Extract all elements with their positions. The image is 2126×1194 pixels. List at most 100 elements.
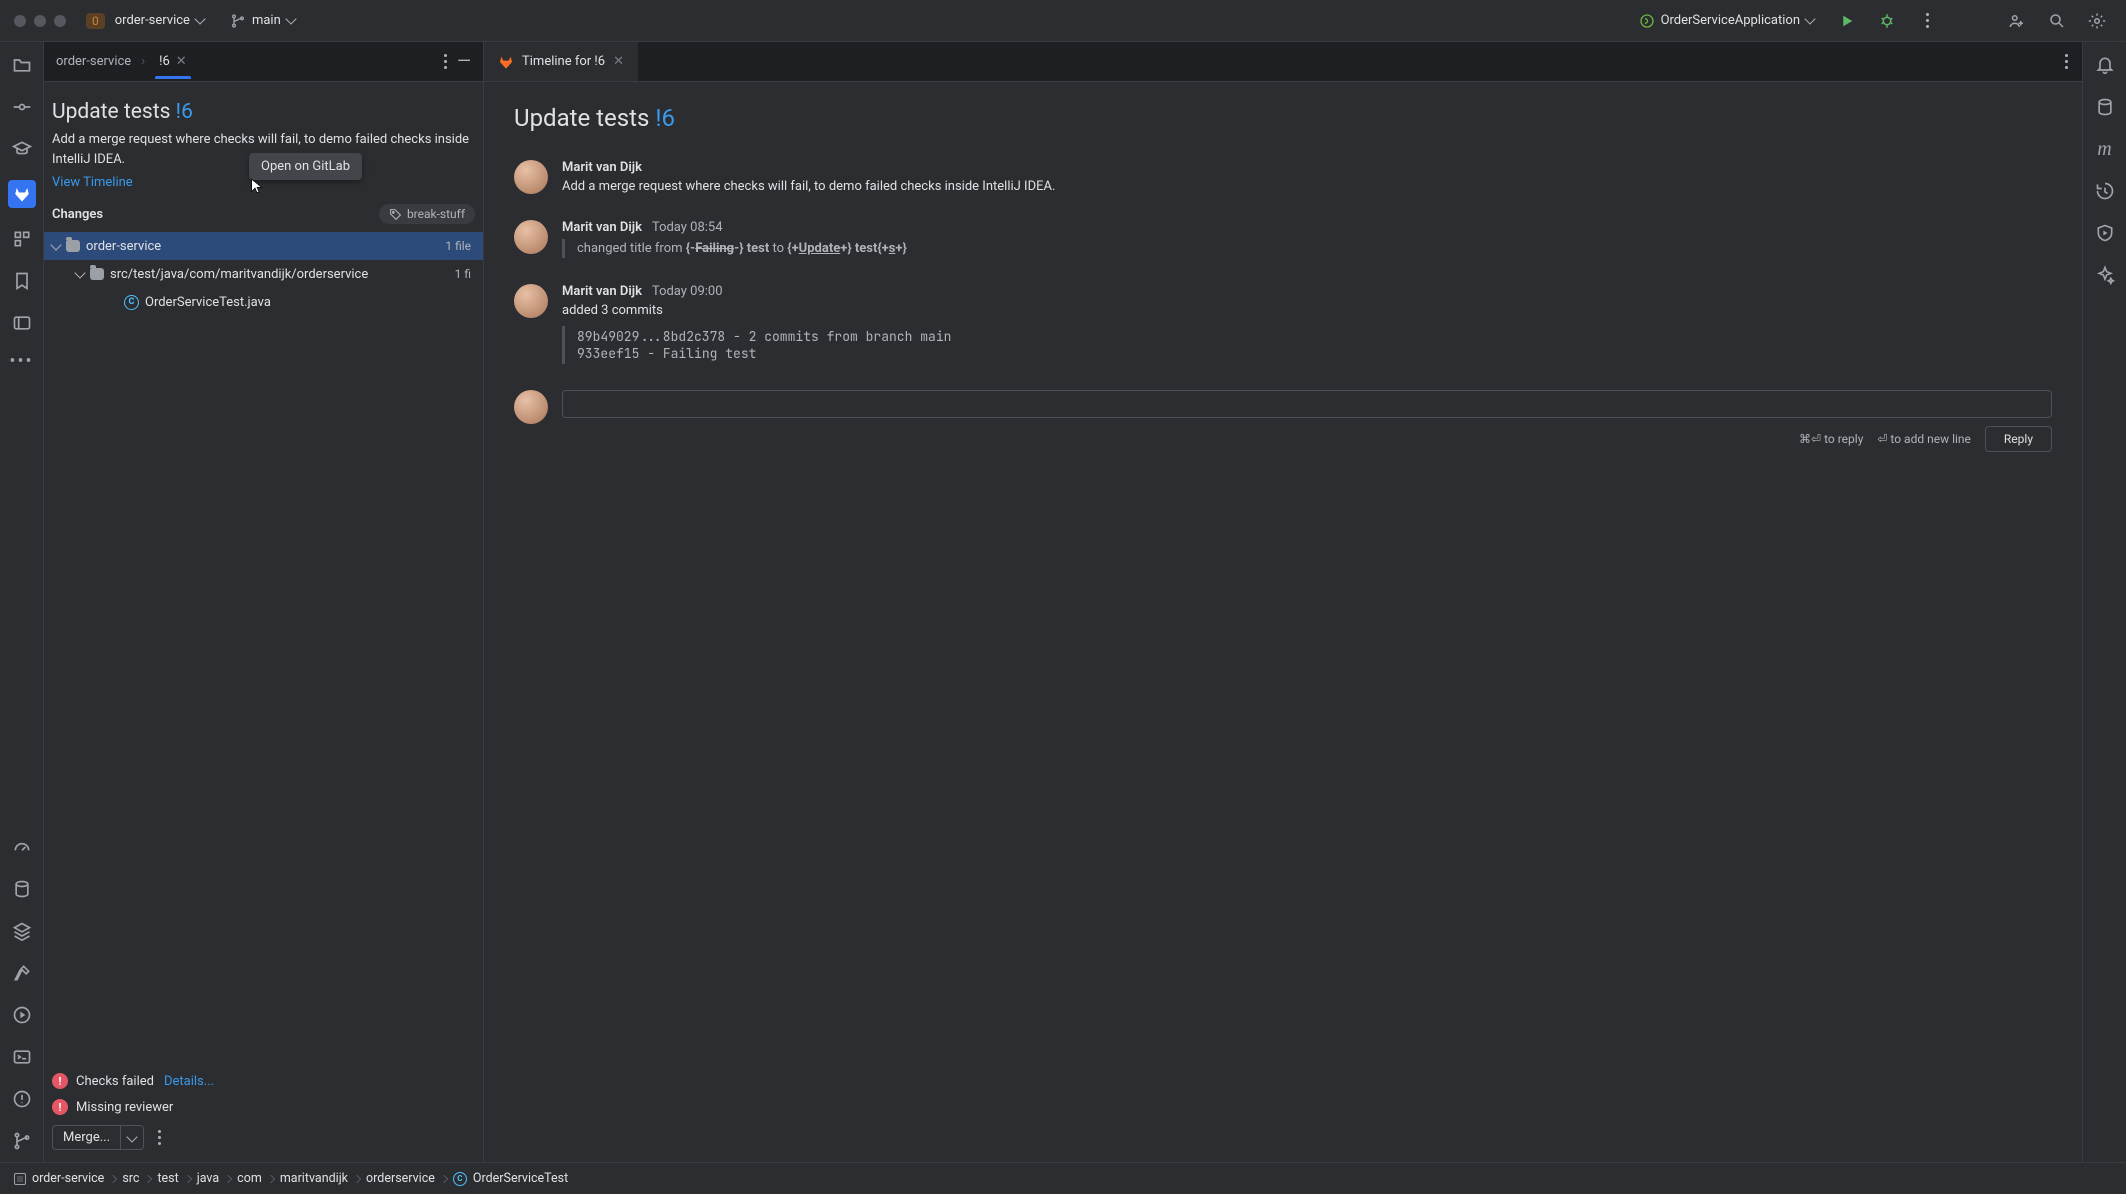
problems-tool-icon[interactable] (11, 1088, 33, 1110)
note-to: to (773, 241, 785, 256)
run-button[interactable] (1832, 6, 1862, 36)
title-change-plus: s (889, 241, 896, 256)
label-chip[interactable]: break-stuff (379, 204, 475, 224)
folder-icon (90, 268, 104, 280)
reply-input[interactable] (562, 390, 2052, 418)
commit-msg: Failing test (663, 345, 757, 362)
more-actions[interactable] (1912, 6, 1942, 36)
bell-icon (2095, 55, 2115, 75)
mr-breadcrumb-project[interactable]: order-service (56, 54, 131, 69)
coverage-tool-icon[interactable] (2094, 180, 2116, 202)
note-prefix: changed title from (577, 241, 683, 256)
editor-tab-timeline[interactable]: Timeline for !6 ✕ (484, 42, 638, 81)
run-config-picker[interactable]: OrderServiceApplication (1631, 11, 1822, 31)
play-circle-icon (12, 1005, 32, 1025)
tag-icon (389, 208, 402, 221)
database-tool-icon[interactable] (2094, 96, 2116, 118)
close-icon[interactable]: ✕ (176, 54, 187, 69)
project-tool-icon[interactable] (11, 54, 33, 76)
checks-failed-row: ! Checks failed Details... (52, 1073, 475, 1089)
project-name: order-service (115, 13, 190, 28)
class-icon: C (453, 1172, 467, 1186)
bookmarks-tool-icon[interactable] (11, 270, 33, 292)
settings-button[interactable] (2082, 6, 2112, 36)
minimize-panel-icon[interactable]: — (457, 53, 471, 71)
panel-menu[interactable] (444, 54, 447, 69)
tree-row-package[interactable]: src/test/java/com/maritvandijk/orderserv… (44, 260, 483, 288)
gitlab-tool-icon[interactable] (8, 180, 36, 208)
bug-icon (1878, 12, 1896, 30)
title-test-word2: test (852, 241, 878, 256)
chevron-right-icon (267, 1174, 275, 1182)
window-controls[interactable] (14, 15, 66, 27)
commit-icon (12, 97, 32, 117)
run-tool-icon[interactable] (11, 1004, 33, 1026)
persistence-tool-icon[interactable] (11, 878, 33, 900)
notifications-tool-icon[interactable] (2094, 54, 2116, 76)
tree-file-label: OrderServiceTest.java (145, 295, 271, 310)
ai-tool-icon[interactable] (2094, 264, 2116, 286)
mr-title-text: Update tests (52, 100, 170, 124)
breadcrumb-item[interactable]: orderservice (366, 1171, 435, 1186)
breadcrumb-item[interactable]: maritvandijk (280, 1171, 348, 1186)
close-icon[interactable]: ✕ (613, 54, 624, 69)
build-tool-icon[interactable] (11, 962, 33, 984)
avatar (514, 160, 548, 194)
pull-request-tool-icon[interactable] (11, 312, 33, 334)
zoom-dot[interactable] (54, 15, 66, 27)
chevron-right-icon (224, 1174, 232, 1182)
debug-button[interactable] (1872, 6, 1902, 36)
breadcrumb-item[interactable]: src (122, 1171, 139, 1186)
coverage2-tool-icon[interactable] (2094, 222, 2116, 244)
chevron-right-icon (144, 1174, 152, 1182)
chevron-down-icon (1804, 13, 1815, 24)
breadcrumb-file[interactable]: OrderServiceTest (473, 1171, 568, 1186)
structure-tool-icon[interactable] (11, 228, 33, 250)
editor-tab-menu[interactable] (2065, 54, 2068, 69)
merge-dropdown[interactable] (120, 1126, 143, 1149)
mr-tab[interactable]: !6 ✕ (155, 45, 191, 78)
checks-details-link[interactable]: Details... (164, 1074, 214, 1089)
tree-row-file[interactable]: C OrderServiceTest.java (44, 288, 483, 316)
mr-number-link[interactable]: !6 (176, 100, 193, 124)
breadcrumb-item[interactable]: order-service (32, 1171, 104, 1186)
breadcrumb-item[interactable]: com (237, 1171, 262, 1186)
tree-pkg-label: src/test/java/com/maritvandijk/orderserv… (110, 267, 368, 282)
minimize-dot[interactable] (34, 15, 46, 27)
merge-button[interactable]: Merge... (52, 1125, 144, 1150)
commit-hash[interactable]: 89b49029...8bd2c378 (577, 328, 725, 345)
terminal-tool-icon[interactable] (11, 1046, 33, 1068)
timeline-description: Add a merge request where checks will fa… (562, 179, 1055, 194)
commit-tool-icon[interactable] (11, 96, 33, 118)
merge-more[interactable] (158, 1130, 161, 1145)
timeline-title-number[interactable]: !6 (655, 104, 675, 132)
maven-tool-icon[interactable]: m (2094, 138, 2116, 160)
gitlab-icon (13, 185, 31, 203)
breadcrumb-item[interactable]: test (157, 1171, 178, 1186)
services-tool-icon[interactable] (11, 920, 33, 942)
chevron-down-icon (50, 239, 61, 250)
tree-row-root[interactable]: order-service 1 file (44, 232, 483, 260)
breadcrumb-item[interactable]: java (197, 1171, 219, 1186)
learn-tool-icon[interactable] (11, 138, 33, 160)
mr-tab-label: !6 (159, 54, 170, 69)
commit-hash[interactable]: 933eef15 (577, 345, 639, 362)
breadcrumb-bar: order-service src test java com maritvan… (0, 1162, 2126, 1194)
cursor-icon (249, 178, 265, 194)
shortcut-icon: ⌘⏎ (1799, 432, 1821, 446)
close-dot[interactable] (14, 15, 26, 27)
branch-icon (230, 13, 246, 29)
vcs-branch[interactable]: main (222, 11, 303, 31)
more-tool-icon[interactable]: ••• (11, 350, 33, 372)
avatar (514, 220, 548, 254)
branch-name: main (252, 13, 281, 28)
code-with-me-button[interactable] (2002, 6, 2032, 36)
nav-history[interactable]: 0 order-service (86, 11, 212, 31)
shortcut-icon: ⏎ (1877, 432, 1887, 446)
vcs-tool-icon[interactable] (11, 1130, 33, 1152)
profiler-tool-icon[interactable] (11, 836, 33, 858)
search-everywhere-button[interactable] (2042, 6, 2072, 36)
commits-added-label: added 3 commits (562, 303, 951, 318)
graduation-icon (12, 139, 32, 159)
reply-button[interactable]: Reply (1985, 426, 2052, 452)
